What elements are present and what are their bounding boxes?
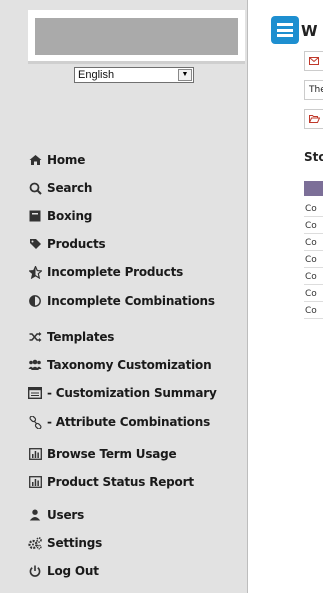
table-row: Co xyxy=(304,303,323,319)
sidebar: English ▼ Home Search Boxing Products In… xyxy=(0,0,248,593)
sidebar-item-settings[interactable]: Settings xyxy=(28,534,102,552)
bar-chart-icon xyxy=(28,447,42,461)
language-select-value: English xyxy=(78,69,115,81)
sidebar-item-product-status-report[interactable]: Product Status Report xyxy=(28,473,194,491)
table-row: Co xyxy=(304,218,323,234)
notice-row-envelope xyxy=(304,51,323,71)
logo-placeholder xyxy=(35,18,238,55)
sidebar-item-label: Settings xyxy=(47,536,103,550)
sidebar-item-label: Templates xyxy=(47,330,115,344)
sidebar-item-label: Log Out xyxy=(47,564,99,578)
sidebar-item-home[interactable]: Home xyxy=(28,151,85,169)
sidebar-item-boxing[interactable]: Boxing xyxy=(28,207,92,225)
language-select[interactable]: English ▼ xyxy=(74,67,194,83)
home-icon xyxy=(28,153,42,167)
table-row: Co xyxy=(304,269,323,285)
tag-icon xyxy=(28,237,42,251)
hamburger-icon xyxy=(277,28,293,32)
sidebar-item-products[interactable]: Products xyxy=(28,235,106,253)
sidebar-item-incomplete-products[interactable]: Incomplete Products xyxy=(28,263,183,281)
sidebar-item-label: Product Status Report xyxy=(47,475,194,489)
hamburger-icon xyxy=(277,23,293,26)
sidebar-item-templates[interactable]: Templates xyxy=(28,328,114,346)
half-circle-icon xyxy=(28,294,42,308)
sidebar-item-taxonomy-customization[interactable]: Taxonomy Customization xyxy=(28,356,212,374)
stock-section-title: Sto xyxy=(304,150,323,164)
sidebar-item-label: Incomplete Combinations xyxy=(47,294,215,308)
notice-row-folder[interactable] xyxy=(304,109,323,129)
gears-icon xyxy=(28,536,42,550)
power-icon xyxy=(28,564,42,578)
sidebar-item-log-out[interactable]: Log Out xyxy=(28,562,99,580)
box-icon xyxy=(28,209,42,223)
users-icon xyxy=(28,358,42,372)
page-title: W xyxy=(301,22,318,40)
hamburger-icon xyxy=(277,34,293,37)
sidebar-item-label: Home xyxy=(47,153,86,167)
sidebar-item-search[interactable]: Search xyxy=(28,179,92,197)
table-row: Co xyxy=(304,252,323,268)
envelope-icon xyxy=(309,57,319,65)
sidebar-item-label: - Customization Summary xyxy=(47,386,217,400)
sidebar-item-label: Users xyxy=(47,508,85,522)
logo-frame xyxy=(28,10,245,64)
sidebar-item-label: - Attribute Combinations xyxy=(47,415,211,429)
sidebar-item-label: Incomplete Products xyxy=(47,265,184,279)
chevron-down-icon[interactable]: ▼ xyxy=(178,69,192,81)
list-alt-icon xyxy=(28,386,42,400)
main-content: W The Sto Co Co Co Co Co Co Co xyxy=(249,0,323,593)
link-icon xyxy=(28,415,42,429)
table-row: Co xyxy=(304,286,323,302)
sidebar-item-incomplete-combinations[interactable]: Incomplete Combinations xyxy=(28,292,215,310)
shuffle-icon xyxy=(28,330,42,344)
notice-text: The xyxy=(309,85,323,95)
sidebar-item-customization-summary[interactable]: - Customization Summary xyxy=(28,384,217,402)
search-icon xyxy=(28,181,42,195)
sidebar-item-label: Products xyxy=(47,237,106,251)
sidebar-item-label: Taxonomy Customization xyxy=(47,358,212,372)
sidebar-item-attribute-combinations[interactable]: - Attribute Combinations xyxy=(28,413,210,431)
table-row: Co xyxy=(304,235,323,251)
sidebar-item-label: Search xyxy=(47,181,93,195)
menu-toggle-button[interactable] xyxy=(271,16,299,44)
bar-chart-icon xyxy=(28,475,42,489)
notice-row-message: The xyxy=(304,80,323,100)
sidebar-item-browse-term-usage[interactable]: Browse Term Usage xyxy=(28,445,177,463)
sidebar-item-label: Boxing xyxy=(47,209,93,223)
sidebar-item-label: Browse Term Usage xyxy=(47,447,177,461)
user-icon xyxy=(28,508,42,522)
stock-table-header xyxy=(304,181,323,196)
table-row: Co xyxy=(304,201,323,217)
star-half-icon xyxy=(28,265,42,279)
folder-open-icon xyxy=(308,115,321,123)
sidebar-item-users[interactable]: Users xyxy=(28,506,84,524)
